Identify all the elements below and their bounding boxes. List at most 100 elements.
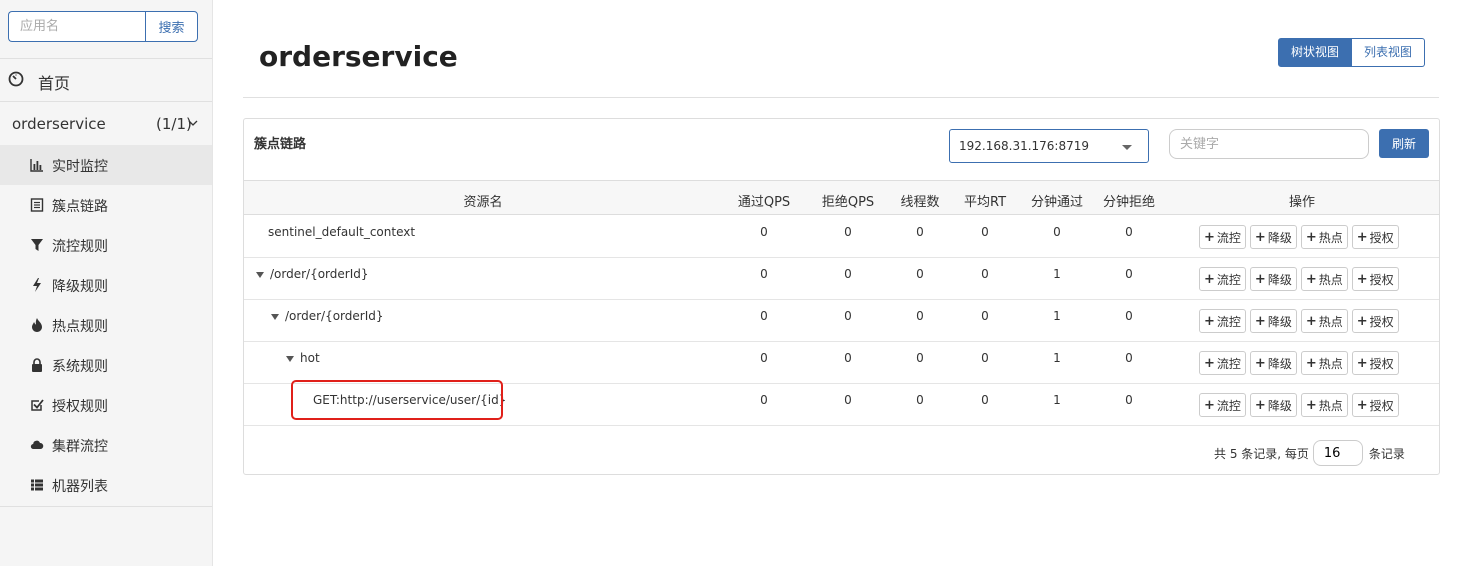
sidebar-item-label: 实时监控 (52, 159, 108, 175)
expand-toggle-icon[interactable] (271, 313, 279, 320)
add-flow-rule-button[interactable]: + 流控 (1199, 351, 1246, 375)
metric-cell: 0 (760, 225, 768, 239)
add-flow-rule-button[interactable]: + 流控 (1199, 267, 1246, 291)
pager-prefix: 共 5 条记录, 每页 (1214, 446, 1309, 461)
add-flow-rule-button[interactable]: + 流控 (1199, 309, 1246, 333)
sidebar-item-machine-list[interactable]: 机器列表 (0, 465, 212, 505)
metric-cell: 0 (916, 225, 924, 239)
add-degrade-rule-button[interactable]: + 降级 (1249, 267, 1297, 291)
plus-icon: + (1305, 397, 1317, 413)
resource-name: /order/{orderId} (270, 267, 369, 281)
tree-view-button[interactable]: 树状视图 (1278, 38, 1353, 67)
expand-toggle-icon[interactable] (256, 271, 264, 278)
metric-cell: 0 (1053, 225, 1061, 239)
add-hotspot-rule-button[interactable]: + 热点 (1300, 225, 1348, 249)
page-size-input[interactable] (1312, 440, 1363, 466)
bolt-icon (33, 278, 41, 292)
action-label: 降级 (1267, 398, 1292, 413)
expand-toggle-icon[interactable] (286, 355, 294, 362)
add-degrade-rule-button[interactable]: + 降级 (1249, 393, 1297, 417)
sidebar: 搜索 首页 orderservice (1/1) 实时监控 (0, 0, 213, 566)
app-name: orderservice (12, 115, 106, 133)
add-hotspot-rule-button[interactable]: + 热点 (1300, 351, 1348, 375)
add-flow-rule-button[interactable]: + 流控 (1199, 393, 1246, 417)
metric-cell: 0 (981, 225, 989, 239)
pager-suffix: 条记录 (1368, 446, 1405, 461)
action-label: 降级 (1267, 272, 1292, 287)
metric-cell: 1 (1053, 309, 1061, 323)
metric-cell: 0 (981, 351, 989, 365)
action-label: 流控 (1216, 356, 1241, 371)
action-label: 授权 (1369, 272, 1394, 287)
add-auth-rule-button[interactable]: + 授权 (1351, 225, 1399, 249)
column-header: 线程数 (900, 195, 940, 210)
metric-cell: 0 (981, 267, 989, 281)
plus-icon: + (1305, 271, 1317, 287)
plus-icon: + (1204, 397, 1215, 413)
add-degrade-rule-button[interactable]: + 降级 (1249, 351, 1297, 375)
resource-name: hot (300, 351, 320, 365)
refresh-button[interactable]: 刷新 (1379, 129, 1429, 158)
pagination: 共 5 条记录, 每页 条记录 (1214, 440, 1405, 466)
filter-icon (31, 239, 43, 251)
row-actions: + 流控 + 降级 + 热点 + 授权 (1199, 225, 1399, 249)
resource-name-cell: sentinel_default_context (268, 225, 415, 239)
sidebar-item-degrade-rules[interactable]: 降级规则 (0, 265, 212, 305)
nav-home[interactable]: 首页 (0, 59, 212, 101)
divider (0, 506, 212, 507)
metric-cell: 1 (1053, 351, 1061, 365)
add-auth-rule-button[interactable]: + 授权 (1351, 393, 1399, 417)
resource-name-cell: hot (286, 351, 320, 365)
sidebar-item-hotspot-rules[interactable]: 热点规则 (0, 305, 212, 345)
list-view-button[interactable]: 列表视图 (1352, 38, 1426, 67)
metric-cell: 0 (1125, 309, 1133, 323)
add-auth-rule-button[interactable]: + 授权 (1351, 309, 1399, 333)
search-button[interactable]: 搜索 (145, 11, 198, 42)
lock-icon (32, 358, 42, 372)
app-orderservice[interactable]: orderservice (1/1) (0, 103, 212, 145)
action-label: 降级 (1267, 230, 1292, 245)
metric-cell: 0 (760, 351, 768, 365)
metric-cell: 1 (1053, 393, 1061, 407)
row-actions: + 流控 + 降级 + 热点 + 授权 (1199, 351, 1399, 375)
table-row: /order/{orderId} 0 0 0 0 1 0 + 流控 + 降级 + 热点 + 授权 (244, 258, 1439, 300)
add-hotspot-rule-button[interactable]: + 热点 (1300, 309, 1348, 333)
cloud-icon (30, 440, 44, 450)
plus-icon: + (1254, 313, 1266, 329)
table-row: hot 0 0 0 0 1 0 + 流控 + 降级 + 热点 + 授权 (244, 342, 1439, 384)
sidebar-item-cluster-flow[interactable]: 集群流控 (0, 425, 212, 465)
action-label: 热点 (1318, 272, 1343, 287)
add-degrade-rule-button[interactable]: + 降级 (1249, 225, 1297, 249)
plus-icon: + (1356, 229, 1368, 245)
action-label: 流控 (1216, 272, 1241, 287)
machine-select[interactable]: 192.168.31.176:8719 (949, 129, 1149, 163)
sidebar-item-label: 簇点链路 (52, 199, 108, 215)
metric-cell: 0 (844, 309, 852, 323)
app-search-input[interactable] (8, 11, 145, 42)
sidebar-item-auth-rules[interactable]: 授权规则 (0, 385, 212, 425)
sidebar-item-label: 流控规则 (52, 239, 108, 255)
add-hotspot-rule-button[interactable]: + 热点 (1300, 267, 1348, 291)
plus-icon: + (1254, 397, 1266, 413)
sidebar-item-realtime-monitor[interactable]: 实时监控 (0, 145, 212, 185)
add-degrade-rule-button[interactable]: + 降级 (1249, 309, 1297, 333)
column-header: 操作 (1288, 195, 1316, 210)
keyword-input[interactable] (1169, 129, 1369, 159)
table-row: /order/{orderId} 0 0 0 0 1 0 + 流控 + 降级 + 热点 + 授权 (244, 300, 1439, 342)
th-list-icon (31, 479, 43, 491)
add-auth-rule-button[interactable]: + 授权 (1351, 267, 1399, 291)
metric-cell: 0 (916, 393, 924, 407)
sidebar-item-flow-rules[interactable]: 流控规则 (0, 225, 212, 265)
add-hotspot-rule-button[interactable]: + 热点 (1300, 393, 1348, 417)
plus-icon: + (1356, 355, 1368, 371)
add-flow-rule-button[interactable]: + 流控 (1199, 225, 1246, 249)
sidebar-item-cluster-links[interactable]: 簇点链路 (0, 185, 212, 225)
plus-icon: + (1204, 355, 1215, 371)
action-label: 流控 (1216, 398, 1241, 413)
metric-cell: 0 (1125, 351, 1133, 365)
sidebar-item-system-rules[interactable]: 系统规则 (0, 345, 212, 385)
metric-cell: 0 (981, 393, 989, 407)
metric-cell: 0 (981, 309, 989, 323)
add-auth-rule-button[interactable]: + 授权 (1351, 351, 1399, 375)
action-label: 降级 (1267, 314, 1292, 329)
